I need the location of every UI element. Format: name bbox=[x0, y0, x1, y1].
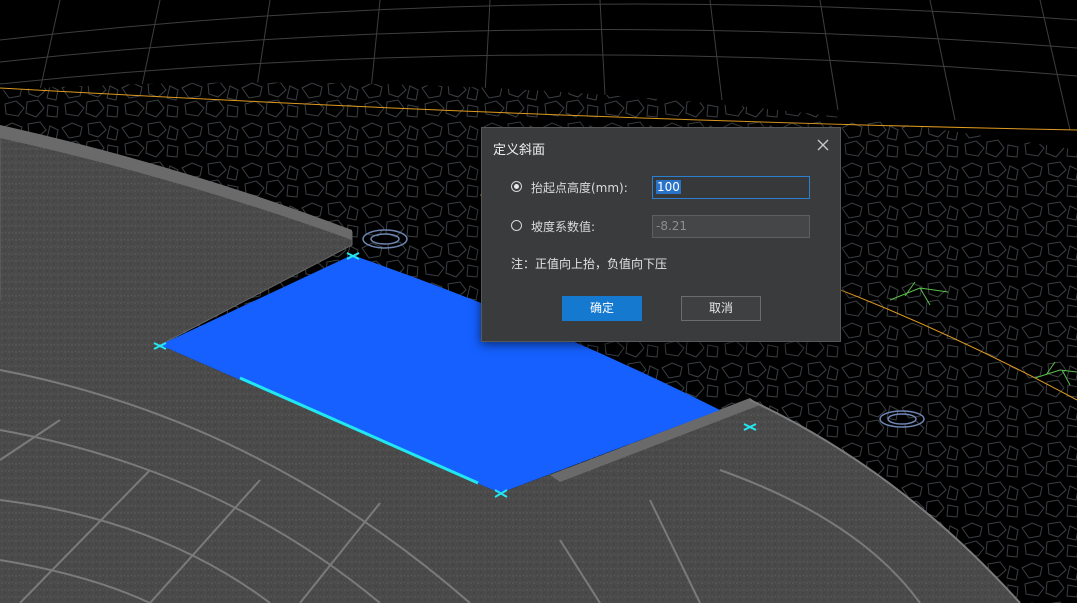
cancel-button[interactable]: 取消 bbox=[681, 296, 761, 321]
slope-coefficient-radio[interactable] bbox=[511, 220, 522, 231]
note-text: 注：正值向上抬，负值向下压 bbox=[511, 257, 668, 271]
option-lift-height[interactable]: 抬起点高度(mm): 100 bbox=[511, 176, 811, 200]
option-slope-coefficient[interactable]: 坡度系数值: -8.21 bbox=[511, 215, 811, 239]
cad-viewport[interactable]: 定义斜面 抬起点高度(mm): 100 坡度系数值: -8.21 注：正值向上抬… bbox=[0, 0, 1077, 603]
lift-height-label: 抬起点高度(mm): bbox=[531, 181, 628, 195]
ok-button[interactable]: 确定 bbox=[562, 296, 642, 321]
slope-coefficient-label: 坡度系数值: bbox=[531, 220, 596, 234]
lift-height-input[interactable]: 100 bbox=[652, 176, 810, 199]
lift-height-radio[interactable] bbox=[511, 181, 522, 192]
define-slope-dialog: 定义斜面 抬起点高度(mm): 100 坡度系数值: -8.21 注：正值向上抬… bbox=[481, 127, 841, 342]
dialog-title: 定义斜面 bbox=[493, 143, 546, 158]
close-icon[interactable] bbox=[815, 137, 831, 153]
slope-coefficient-input[interactable]: -8.21 bbox=[652, 215, 810, 238]
